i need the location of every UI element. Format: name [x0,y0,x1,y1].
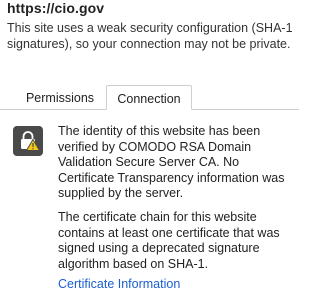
tab-connection[interactable]: Connection [106,85,192,110]
certificate-information-link[interactable]: Certificate Information [58,276,180,292]
tab-permissions[interactable]: Permissions [14,85,106,110]
tab-bar: Permissions Connection [0,85,299,110]
site-origin: https://cio.gov [7,0,105,16]
security-summary: This site uses a weak security configura… [7,21,293,51]
lock-warning-icon [13,126,43,156]
connection-panel: The identity of this website has been ve… [0,110,299,303]
lock-warning-glyph [21,131,41,151]
certificate-chain-warning: The certificate chain for this website c… [58,210,280,271]
identity-verification-text: The identity of this website has been ve… [58,124,285,200]
site-info-popup: https://cio.gov This site uses a weak se… [0,0,299,303]
